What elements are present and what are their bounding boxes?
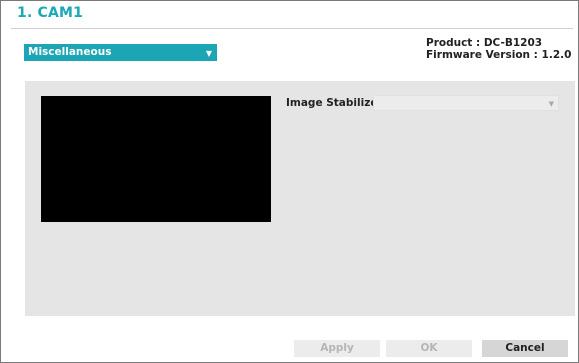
video-preview (41, 96, 271, 222)
category-dropdown[interactable]: Miscellaneous ▼ (24, 44, 217, 61)
product-text: Product : DC-B1203 (426, 37, 543, 49)
category-dropdown-value: Miscellaneous (28, 46, 112, 58)
image-stabilizer-label: Image Stabilizer (286, 97, 383, 109)
settings-panel: Image Stabilizer ▼ (25, 81, 575, 316)
firmware-version-text: Firmware Version : 1.2.0 (426, 49, 572, 61)
device-info: Product : DC-B1203 Firmware Version : 1.… (426, 37, 571, 61)
cancel-button[interactable]: Cancel (482, 340, 568, 357)
ok-button[interactable]: OK (386, 340, 472, 357)
chevron-down-icon: ▼ (205, 49, 212, 58)
apply-button[interactable]: Apply (294, 340, 380, 357)
dialog-title: 1. CAM1 (17, 5, 84, 21)
camera-settings-dialog: 1. CAM1 Miscellaneous ▼ Product : DC-B12… (0, 0, 579, 363)
title-divider (11, 28, 573, 29)
image-stabilizer-dropdown[interactable]: ▼ (373, 95, 559, 111)
chevron-down-icon: ▼ (548, 100, 554, 108)
